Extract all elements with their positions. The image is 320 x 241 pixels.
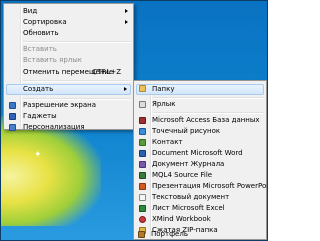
submenu-arrow-icon [124,87,127,91]
menu-separator [153,97,264,99]
submenu-item-bitmap[interactable]: Точечный рисунок [136,127,264,136]
submenu-item-text-document[interactable]: Текстовый документ [136,193,264,202]
submenu-item-journal[interactable]: Документ Журнала [136,160,264,169]
journal-icon [139,161,146,168]
menu-item-label: Папку [152,85,175,93]
access-icon [139,117,146,124]
menu-item-shortcut: CTRL+Z [92,68,121,76]
desktop[interactable]: ✦ Вид Сортировка Обновить Вставить Встав… [0,0,268,241]
cursor-sparkle-icon: ✦ [34,150,42,160]
menu-separator [23,98,131,100]
submenu-item-shortcut[interactable]: Ярлык [136,100,264,109]
desktop-context-menu: Вид Сортировка Обновить Вставить Вставит… [3,3,134,132]
submenu-item-contact[interactable]: Контакт [136,138,264,147]
menu-item-refresh[interactable]: Обновить [6,29,131,38]
submenu-item-word[interactable]: Document Microsoft Word [136,149,264,158]
menu-item-view[interactable]: Вид [6,7,131,16]
menu-separator [23,41,131,43]
submenu-item-mql4[interactable]: MQL4 Source File [136,171,264,180]
menu-item-label: Точечный рисунок [152,127,221,135]
menu-item-label: Microsoft Access База данных [152,116,260,124]
menu-item-label: Обновить [23,29,59,37]
menu-item-label: Гаджеты [23,112,57,120]
new-submenu: Папку Ярлык Microsoft Access База данных… [133,80,267,240]
submenu-item-folder[interactable]: Папку [136,84,264,95]
menu-item-label: Лист Microsoft Excel [152,204,225,212]
submenu-item-excel[interactable]: Лист Microsoft Excel [136,204,264,213]
menu-item-label: Разрешение экрана [23,101,97,109]
contact-icon [139,139,146,146]
menu-item-label: Презентация Microsoft PowerPoint [152,182,268,190]
menu-item-label: Документ Журнала [152,160,225,168]
menu-item-label: Вставить ярлык [23,56,83,64]
menu-item-label: Ярлык [152,100,176,108]
menu-separator [153,112,264,114]
menu-item-label: Вид [23,7,38,15]
menu-item-paste[interactable]: Вставить [6,45,131,54]
folder-icon [139,85,146,92]
menu-item-label: Создать [23,85,54,93]
powerpoint-icon [139,183,146,190]
menu-item-personalization[interactable]: Персонализация [6,123,131,132]
submenu-arrow-icon [125,20,128,24]
submenu-item-powerpoint[interactable]: Презентация Microsoft PowerPoint [136,182,267,191]
gadgets-icon [9,113,16,120]
menu-item-label: Document Microsoft Word [152,149,243,157]
menu-item-label: MQL4 Source File [152,171,213,179]
menu-item-label: Вставить [23,45,57,53]
xmind-icon [139,216,146,223]
menu-item-label: XMind Workbook [152,215,211,223]
menu-item-sort[interactable]: Сортировка [6,18,131,27]
wallpaper-glow [1,116,101,226]
word-icon [139,150,146,157]
menu-item-label: Сортировка [23,18,67,26]
menu-item-label: Персонализация [23,123,85,131]
submenu-item-briefcase[interactable]: Портфель [135,230,265,239]
shortcut-icon [139,101,146,108]
submenu-item-xmind[interactable]: XMind Workbook [136,215,264,224]
menu-item-label: Текстовый документ [152,193,230,201]
menu-item-paste-shortcut[interactable]: Вставить ярлык [6,56,131,65]
mql4-icon [139,172,146,179]
text-document-icon [139,194,146,201]
menu-item-label: Портфель [151,230,188,238]
personalization-icon [9,124,16,131]
menu-item-screen-resolution[interactable]: Разрешение экрана [6,101,131,110]
screen-resolution-icon [9,102,16,109]
excel-icon [139,205,146,212]
bitmap-icon [139,128,146,135]
menu-item-undo-move[interactable]: Отменить перемещение CTRL+Z [6,68,131,77]
submenu-arrow-icon [125,9,128,13]
menu-separator [23,80,131,82]
menu-item-gadgets[interactable]: Гаджеты [6,112,131,121]
menu-item-new[interactable]: Создать [6,84,131,95]
menu-item-label: Контакт [152,138,183,146]
briefcase-icon [138,231,145,238]
submenu-item-access[interactable]: Microsoft Access База данных [136,116,264,125]
